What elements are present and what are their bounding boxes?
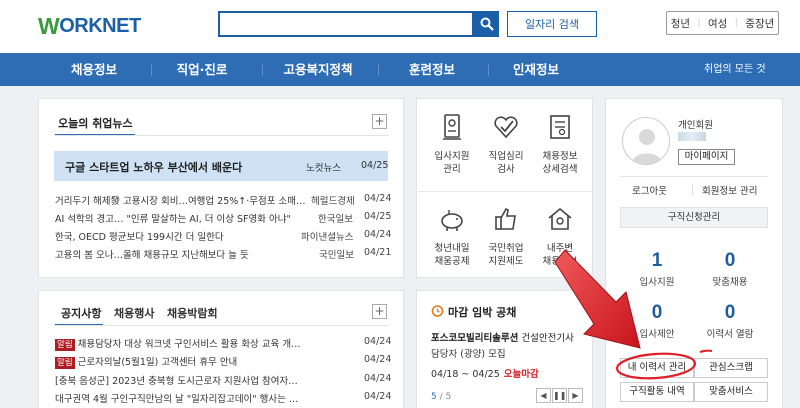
member-type: 개인회원: [678, 120, 713, 131]
search-button[interactable]: [474, 11, 499, 37]
nav-divider: [151, 64, 152, 76]
nav-item-welfare[interactable]: 고용복지정책: [276, 53, 360, 86]
interest-scrap-button[interactable]: 관심스크랩: [694, 358, 768, 378]
nav-item-training[interactable]: 훈련정보: [396, 53, 468, 86]
deadline-job-title[interactable]: 담당자 (광양) 모집: [431, 346, 506, 360]
pause-button[interactable]: ❚❚: [552, 388, 567, 403]
nav-item-talent[interactable]: 인재정보: [500, 53, 572, 86]
tab-notice[interactable]: 공지사항: [61, 305, 101, 321]
notice-item[interactable]: 알림 근로자의날(5월1일) 고객센터 휴무 안내 04/24: [55, 354, 391, 369]
member-info-link[interactable]: 회원정보 관리: [702, 183, 757, 197]
service-nearby-jobs[interactable]: 내주변 채용정보: [535, 204, 585, 268]
news-more-button[interactable]: +: [372, 114, 387, 129]
alert-badge: 알림: [55, 357, 75, 369]
nav-all-link[interactable]: 취업의 모든 것: [704, 53, 766, 86]
notice-item[interactable]: [충북 음성군] 2023년 충북형 도시근로자 지원사업 참여자… 04/24: [55, 373, 391, 387]
divider: [418, 191, 592, 192]
stat-applications-label: 입사지원: [639, 277, 675, 288]
avatar: [622, 117, 670, 165]
worknet-logo[interactable]: W ORKNET: [38, 13, 141, 39]
nav-divider: [488, 64, 489, 76]
tab-recruit-events[interactable]: 채용행사: [114, 305, 154, 321]
news-item[interactable]: 고용의 봄 오나…올해 채용규모 지난해보다 늘 듯 국민일보 04/21: [55, 247, 391, 261]
nav-item-jobs[interactable]: 채용정보: [58, 53, 130, 86]
thumbs-up-icon: [495, 207, 516, 230]
user-type-women[interactable]: 여성: [708, 16, 727, 31]
clock-icon: [431, 305, 444, 317]
my-resume-button[interactable]: 내 이력서 관리: [620, 358, 694, 378]
nav-item-career[interactable]: 직업·진로: [166, 53, 238, 86]
stat-offers-count[interactable]: 0: [627, 302, 687, 324]
deadline-title: 마감 임박 공채: [448, 306, 517, 319]
news-item[interactable]: 거리두기 해제發 고용시장 회비…여행업 25%↑·무점포 소매… 헤럴드경제 …: [55, 193, 391, 207]
id-card-icon: [443, 114, 461, 140]
user-type-links: 청년 | 여성 | 중장년: [666, 11, 779, 35]
notice-item[interactable]: 알림 채용담당자 대상 워크넷 구인서비스 활용 화상 교육 개… 04/24: [55, 336, 391, 351]
featured-news[interactable]: 구글 스타트업 노하우 부산에서 배운다 노컷뉴스 04/25: [54, 151, 388, 181]
user-type-middle-age[interactable]: 중장년: [745, 16, 774, 31]
separator: |: [697, 18, 701, 28]
search-input[interactable]: [218, 11, 474, 37]
news-title[interactable]: 오늘의 취업뉴스: [58, 115, 133, 131]
deadline-period: 04/18 ~ 04/25 오늘마감: [431, 369, 539, 380]
mypage-button[interactable]: 마이페이지: [678, 149, 735, 165]
stat-resume-views-count[interactable]: 0: [700, 302, 760, 324]
service-aptitude-test[interactable]: 직업심리 검사: [481, 112, 531, 176]
alert-badge: 알림: [55, 339, 75, 351]
divider: [620, 176, 768, 177]
stat-offers-label: 입사제안: [639, 329, 675, 340]
site-header: W ORKNET 일자리 검색 청년 | 여성 | 중장년: [0, 0, 800, 53]
tab-job-fair[interactable]: 채용박람회: [167, 305, 218, 321]
divider: [55, 325, 388, 326]
stat-resume-views-label: 이력서 열람: [706, 329, 754, 340]
divider: [55, 135, 388, 136]
piggy-bank-icon: [441, 210, 463, 231]
featured-news-date: 04/25: [361, 160, 389, 171]
stat-applications-count[interactable]: 1: [627, 250, 687, 272]
job-activity-button[interactable]: 구직활동 내역: [620, 382, 694, 402]
featured-news-title: 구글 스타트업 노하우 부산에서 배운다: [65, 161, 243, 174]
user-type-youth[interactable]: 청년: [671, 16, 690, 31]
nav-divider: [262, 64, 263, 76]
user-silhouette-icon: [631, 129, 663, 164]
divider: [692, 184, 693, 195]
deadline-company[interactable]: 포스코모빌리티솔루션 건설안전기사: [431, 330, 574, 344]
document-search-icon: [550, 115, 570, 139]
service-application[interactable]: 입사지원 관리: [427, 112, 477, 176]
news-item[interactable]: 한국, OECD 평균보다 199시간 더 일한다 파이낸셜뉴스 04/24: [55, 229, 391, 243]
service-youth-savings[interactable]: 청년내일 채움공제: [427, 204, 477, 268]
deadline-pager: 5 / 5: [431, 392, 452, 402]
stat-custom-jobs-label: 맞춤채용: [712, 277, 748, 288]
main-nav: 채용정보 직업·진로 고용복지정책 훈련정보 인재정보 취업의 모든 것: [0, 53, 800, 86]
separator: |: [734, 18, 738, 28]
job-application-management[interactable]: 구직신청관리: [620, 207, 768, 228]
home-location-icon: [548, 207, 572, 230]
today-deadline-flag: 오늘마감: [503, 369, 539, 380]
next-button[interactable]: ▶: [568, 388, 583, 403]
user-name-blurred: [678, 132, 706, 141]
logout-link[interactable]: 로그아웃: [632, 183, 667, 197]
nav-divider: [378, 64, 379, 76]
prev-button[interactable]: ◀: [536, 388, 551, 403]
custom-service-button[interactable]: 맞춤서비스: [694, 382, 768, 402]
notice-more-button[interactable]: +: [372, 304, 387, 319]
notice-item[interactable]: 대구권역 4월 구인구직만남의 날 "일자리잡고데이" 행사는 … 04/24: [55, 391, 391, 405]
news-item[interactable]: AI 석학의 경고… "인류 말살하는 AI, 더 이상 SF영화 아냐" 한국…: [55, 211, 391, 225]
service-detail-search[interactable]: 채용정보 상세검색: [535, 112, 585, 176]
stat-custom-jobs-count[interactable]: 0: [700, 250, 760, 272]
featured-news-source: 노컷뉴스: [306, 163, 341, 174]
service-national-support[interactable]: 국민취업 지원제도: [481, 204, 531, 268]
heart-check-icon: [494, 116, 518, 139]
search-icon: [480, 17, 494, 31]
job-search-button[interactable]: 일자리 검색: [507, 11, 597, 37]
